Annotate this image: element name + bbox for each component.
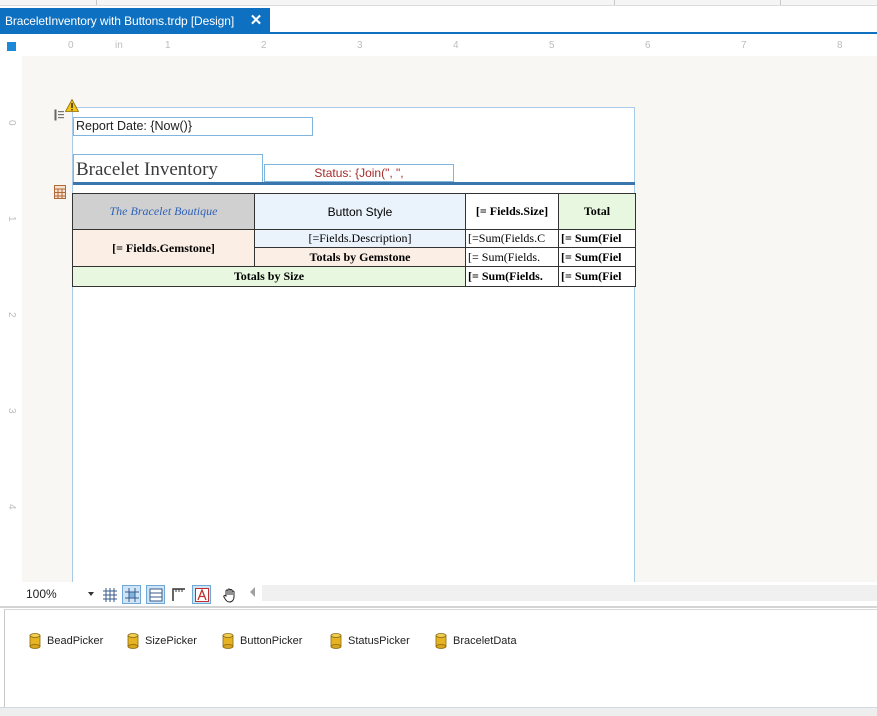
status-textbox[interactable]: Status: {Join(", ",	[264, 164, 454, 182]
report-designer: 0 in 1 2 3 4 5 6 7 8 0 1 2 3 4 Report Da…	[0, 36, 877, 582]
sum-total-cell[interactable]: [= Sum(Fiel	[558, 229, 636, 248]
ruler-label: 2	[6, 312, 17, 318]
snap-to-grid-button[interactable]	[122, 585, 141, 604]
data-sources-tray: BeadPicker SizePicker ButtonPicker Statu…	[4, 609, 877, 707]
ruler-corner[interactable]	[7, 42, 16, 51]
data-source-label: BeadPicker	[47, 635, 104, 647]
horizontal-scrollbar[interactable]	[262, 585, 877, 601]
data-source-item[interactable]: ButtonPicker	[222, 632, 302, 650]
data-source-item[interactable]: StatusPicker	[330, 632, 410, 650]
database-icon	[435, 633, 447, 649]
ruler-label: 8	[837, 40, 843, 51]
data-source-label: ButtonPicker	[240, 635, 303, 647]
data-source-label: BraceletData	[453, 635, 517, 647]
table-row: [= Fields.Gemstone] [=Fields.Description…	[72, 229, 636, 267]
table-icon	[149, 588, 162, 601]
warning-icon[interactable]	[65, 99, 79, 112]
grid-icon	[102, 587, 117, 602]
ruler-icon	[171, 587, 185, 601]
crosstab-table[interactable]: The Bracelet Boutique Button Style [= Fi…	[72, 193, 636, 287]
ruler-label: 3	[357, 40, 363, 51]
text-style-button[interactable]	[192, 585, 211, 604]
chevron-down-icon	[88, 592, 94, 596]
database-icon	[29, 633, 41, 649]
description-cell[interactable]: [=Fields.Description]	[254, 229, 466, 248]
ruler-label: 7	[741, 40, 747, 51]
document-tab[interactable]: BraceletInventory with Buttons.trdp [Des…	[0, 8, 270, 34]
ruler-label: 6	[645, 40, 651, 51]
window-bottom-edge	[0, 707, 877, 716]
table-row: Totals by Size [= Sum(Fields. [= Sum(Fie…	[72, 266, 636, 287]
ruler-label: 2	[261, 40, 267, 51]
document-tab-title: BraceletInventory with Buttons.trdp [Des…	[5, 14, 235, 28]
totals-by-size-cell[interactable]: Totals by Size	[72, 266, 466, 287]
scroll-left-arrow[interactable]	[250, 587, 255, 597]
totals-by-gemstone-cell[interactable]: Totals by Gemstone	[254, 247, 466, 267]
database-icon	[127, 633, 139, 649]
close-icon[interactable]: ✕	[249, 12, 263, 29]
horizontal-ruler: 0 in 1 2 3 4 5 6 7 8	[22, 38, 877, 56]
data-source-item[interactable]: BeadPicker	[29, 632, 103, 650]
database-icon	[222, 633, 234, 649]
grid-toggle-button[interactable]	[100, 585, 119, 604]
ruler-label: 5	[549, 40, 555, 51]
gemstone-grand-cell[interactable]: [= Sum(Fiel	[558, 247, 636, 267]
zoom-value: 100%	[26, 587, 57, 601]
title-underline	[73, 182, 635, 185]
gemstone-total-cell[interactable]: [= Sum(Fields.	[465, 247, 559, 267]
snap-icon	[124, 587, 139, 602]
data-source-label: SizePicker	[145, 635, 197, 647]
report-title-textbox[interactable]: Bracelet Inventory	[73, 154, 263, 182]
pan-tool-button[interactable]	[220, 585, 239, 604]
table-row: The Bracelet Boutique Button Style [= Fi…	[72, 193, 636, 230]
table-view-button[interactable]	[146, 585, 165, 604]
ruler-label: 0	[68, 40, 74, 51]
size-header-cell[interactable]: [= Fields.Size]	[465, 193, 559, 230]
table-section-icon[interactable]	[54, 185, 66, 199]
section-icon[interactable]	[54, 109, 65, 121]
ruler-label: 1	[6, 216, 17, 222]
ruler-label: 4	[6, 504, 17, 510]
data-source-item[interactable]: BraceletData	[435, 632, 517, 650]
designer-toolbar: 100%	[22, 582, 877, 606]
data-source-item[interactable]: SizePicker	[127, 632, 197, 650]
data-source-label: StatusPicker	[348, 635, 410, 647]
ruler-label: 1	[165, 40, 171, 51]
column-header-cell[interactable]: Button Style	[254, 193, 466, 230]
vertical-ruler: 0 1 2 3 4	[3, 56, 21, 582]
ruler-label: 0	[6, 120, 17, 126]
database-icon	[330, 633, 342, 649]
ruler-toggle-button[interactable]	[169, 585, 188, 604]
panel-separator	[0, 606, 877, 608]
gemstone-group-cell[interactable]: [= Fields.Gemstone]	[72, 229, 255, 267]
ruler-label: 4	[453, 40, 459, 51]
zoom-dropdown[interactable]: 100%	[22, 585, 94, 603]
size-total-cell[interactable]: [= Sum(Fields.	[465, 266, 559, 287]
text-icon	[194, 587, 209, 602]
report-date-textbox[interactable]: Report Date: {Now()}	[73, 117, 313, 136]
grand-total-cell[interactable]: [= Sum(Fiel	[558, 266, 636, 287]
design-canvas[interactable]: Report Date: {Now()} Bracelet Inventory …	[22, 56, 877, 582]
sum-cell[interactable]: [=Sum(Fields.C	[465, 229, 559, 248]
ruler-label: 3	[6, 408, 17, 414]
ruler-unit: in	[115, 40, 123, 51]
total-header-cell[interactable]: Total	[558, 193, 636, 230]
document-tab-strip: BraceletInventory with Buttons.trdp [Des…	[0, 6, 877, 34]
hand-pan-icon	[222, 588, 234, 603]
table-corner-cell[interactable]: The Bracelet Boutique	[72, 193, 255, 230]
